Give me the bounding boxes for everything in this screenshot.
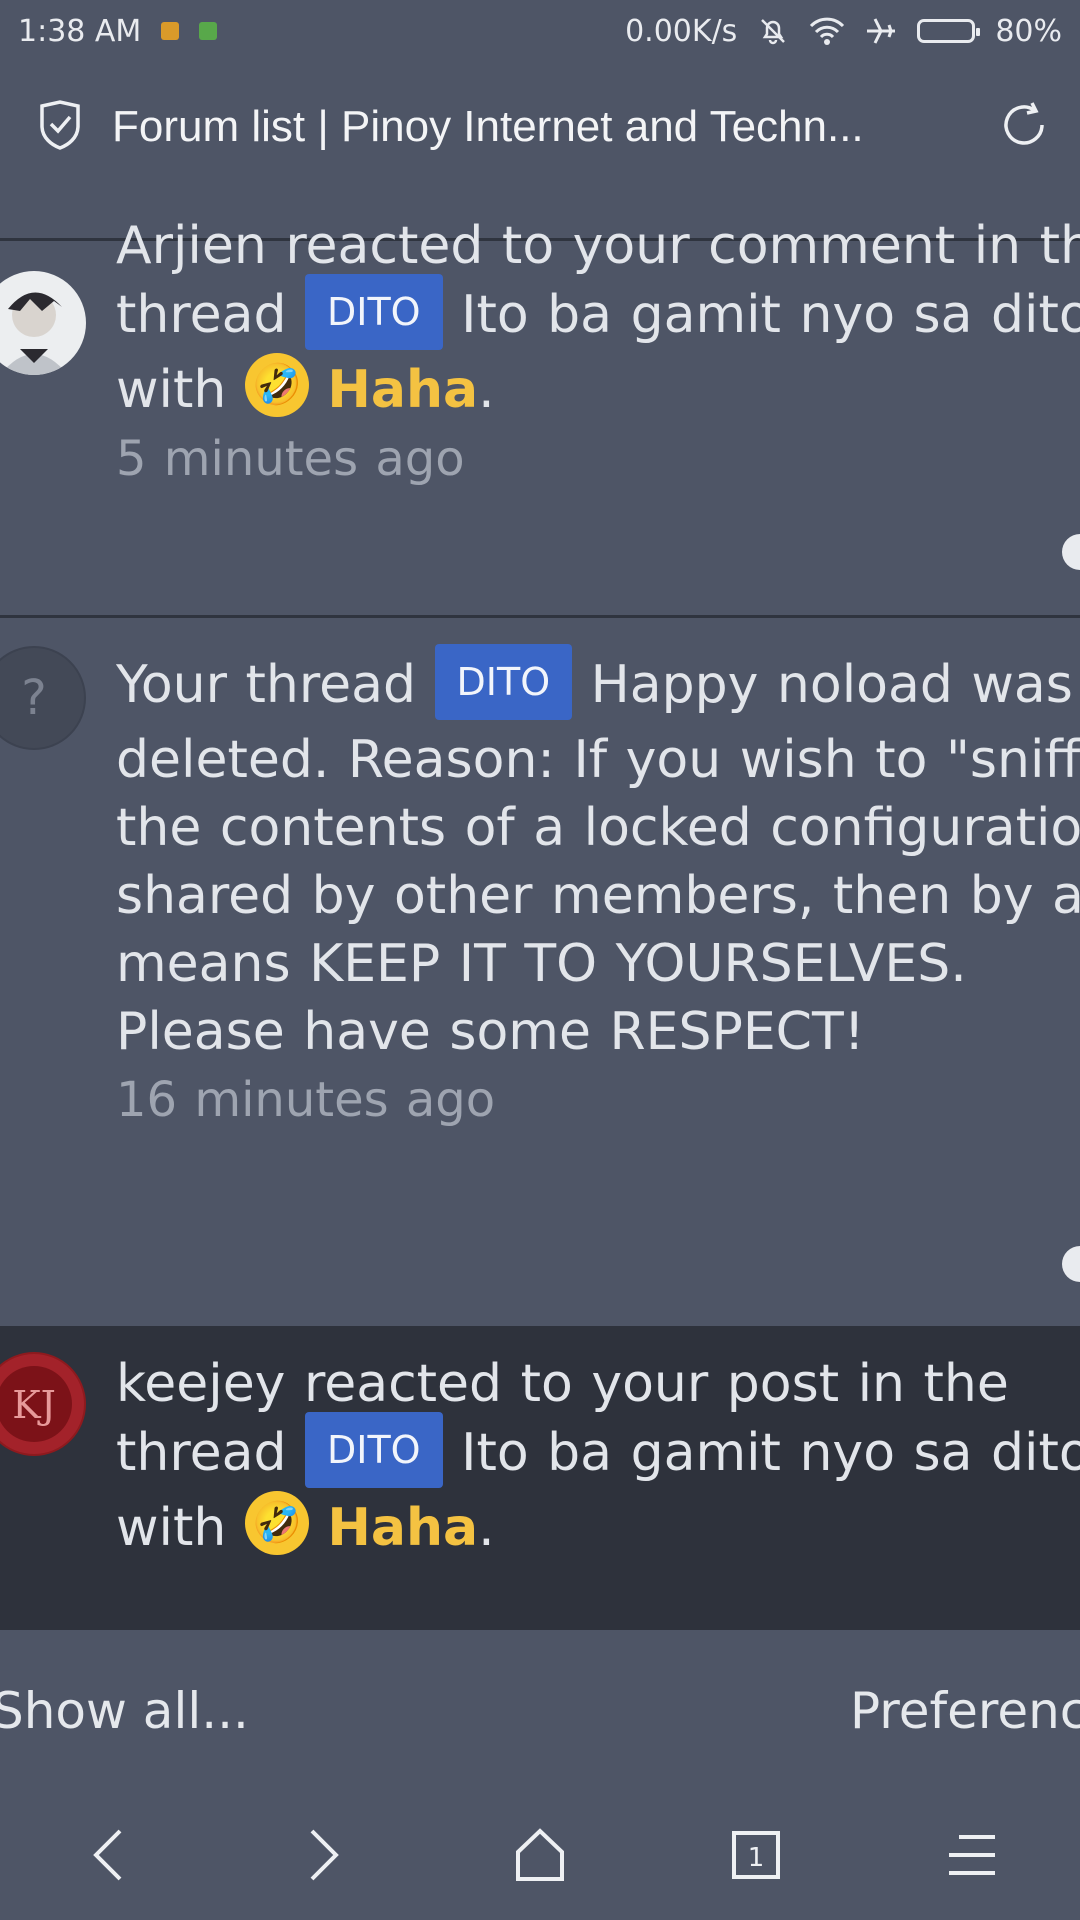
notification-body: Arjien reacted to your comment in the th… <box>116 212 1080 493</box>
home-button[interactable] <box>495 1810 585 1900</box>
chevron-right-icon <box>310 1829 339 1881</box>
browser-title-bar: Forum list | Pinoy Internet and Techn... <box>0 62 1080 192</box>
shield-check-icon[interactable] <box>38 100 82 154</box>
notification-app-icon <box>161 22 180 40</box>
punctuation: . <box>478 1498 495 1558</box>
question-icon: ? <box>21 670 47 726</box>
thread-prefix-tag[interactable]: DITO <box>304 1412 443 1488</box>
tabs-button[interactable]: 1 <box>711 1810 801 1900</box>
reaction-label: Haha <box>327 360 479 420</box>
thread-prefix-tag[interactable]: DITO <box>434 644 573 720</box>
laughing-emoji-icon: 🤣 <box>244 353 309 417</box>
battery-percent: 80% <box>995 13 1062 49</box>
status-time: 1:38 AM <box>18 13 142 49</box>
notification-body: keejey reacted to your post in the threa… <box>116 1350 1080 1620</box>
back-button[interactable] <box>63 1810 153 1900</box>
notification-app-icon-2 <box>199 22 218 40</box>
menu-button[interactable] <box>927 1810 1017 1900</box>
show-all-link[interactable]: Show all... <box>0 1682 249 1740</box>
laughing-emoji-icon: 🤣 <box>244 1491 309 1555</box>
browser-nav-bar: 1 <box>0 1790 1080 1920</box>
punctuation: . <box>478 360 495 420</box>
wifi-icon <box>809 16 845 46</box>
refresh-icon[interactable] <box>998 99 1050 155</box>
svg-text:1: 1 <box>748 1843 765 1873</box>
bell-muted-icon <box>757 15 789 47</box>
notification-text: Happy noload was deleted. Reason: If you… <box>116 655 1080 1062</box>
avatar[interactable]: KJ <box>0 1352 86 1456</box>
timestamp: 16 minutes ago <box>116 1072 496 1128</box>
chevron-left-icon <box>93 1829 122 1881</box>
airplane-icon <box>865 15 897 47</box>
notification-text: Your thread <box>116 655 435 715</box>
avatar-unknown[interactable]: ? <box>0 646 86 750</box>
preferences-link[interactable]: Preferenc <box>850 1682 1080 1740</box>
battery-icon <box>917 19 981 43</box>
status-bar: 1:38 AM 0.00K/s 80% <box>0 0 1080 62</box>
thread-prefix-tag[interactable]: DITO <box>304 274 443 350</box>
avatar[interactable] <box>0 271 86 375</box>
page-title[interactable]: Forum list | Pinoy Internet and Techn... <box>112 102 998 152</box>
home-icon <box>516 1828 564 1881</box>
network-speed: 0.00K/s <box>625 13 738 49</box>
svg-text:KJ: KJ <box>12 1383 56 1427</box>
tabs-count-icon: 1 <box>732 1831 780 1879</box>
reaction-label: Haha <box>327 1498 479 1558</box>
timestamp: 5 minutes ago <box>116 431 465 487</box>
hamburger-menu-icon <box>949 1835 995 1875</box>
forward-button[interactable] <box>279 1810 369 1900</box>
notification-body: Your thread DITO Happy noload was delete… <box>116 644 1080 1134</box>
